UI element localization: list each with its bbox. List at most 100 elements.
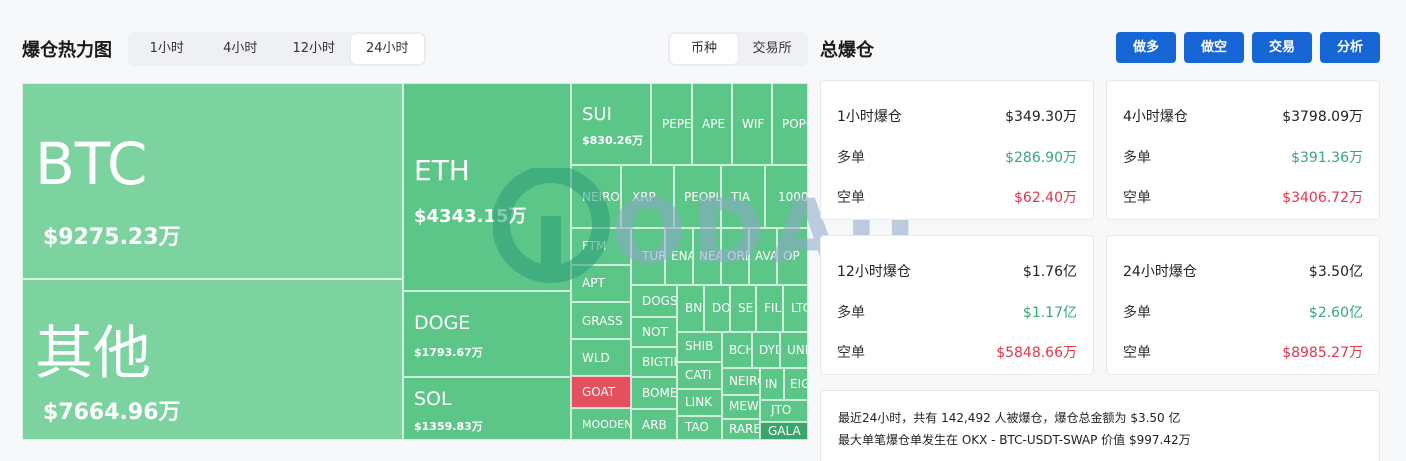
treemap-tile-link[interactable]: LINK	[677, 389, 722, 416]
tile-symbol: MEW	[729, 399, 759, 413]
card-12h: 12小时爆仓 $1.76亿 多单 $1.17亿 空单 $5848.66万	[820, 235, 1094, 375]
card-1h: 1小时爆仓 $349.30万 多单 $286.90万 空单 $62.40万	[820, 80, 1094, 220]
treemap-tile-btc[interactable]: BTC $9275.23万	[22, 83, 403, 279]
treemap-tile-1000rats[interactable]: 1000R	[765, 165, 808, 228]
tile-symbol: GOAT	[582, 385, 616, 399]
tile-symbol: POPC	[782, 117, 807, 131]
treemap-tile-near[interactable]: NEA	[693, 228, 721, 285]
treemap-tile-sei[interactable]: SE	[730, 285, 756, 332]
tile-symbol: GALA	[768, 424, 801, 438]
treemap-tile-jto[interactable]: JTO	[760, 400, 808, 422]
treemap-tile-wif[interactable]: WIF	[732, 83, 772, 165]
treemap-tile-grass[interactable]: GRASS	[571, 302, 631, 339]
treemap-tile-moodeng[interactable]: MOODEN	[571, 408, 631, 440]
treemap-tile-goat[interactable]: GOAT	[571, 376, 631, 408]
treemap-tile-not[interactable]: NOT	[631, 317, 677, 347]
tab-4h[interactable]: 4小时	[204, 34, 278, 64]
treemap-tile-people[interactable]: PEOPL	[674, 165, 721, 228]
tab-12h[interactable]: 12小时	[277, 34, 351, 64]
card-4h: 4小时爆仓 $3798.09万 多单 $391.36万 空单 $3406.72万	[1106, 80, 1380, 220]
treemap-tile-ena[interactable]: ENA	[665, 228, 693, 285]
treemap-tile-ape[interactable]: APE	[692, 83, 732, 165]
treemap-tile-pepe[interactable]: PEPE	[651, 83, 692, 165]
treemap-tile-doge[interactable]: DOGE $1793.67万	[403, 291, 571, 377]
long-value: $2.60亿	[1308, 305, 1363, 321]
treemap-tile-inj[interactable]: IN	[760, 368, 784, 400]
treemap-tile-sol[interactable]: SOL $1359.83万	[403, 377, 571, 440]
treemap-tile-rare[interactable]: RARE	[722, 419, 760, 440]
treemap-tile-tao[interactable]: TAO	[677, 416, 722, 440]
tile-symbol: DOGS	[642, 294, 677, 308]
tile-symbol: FIL	[764, 301, 782, 315]
treemap-tile-sui[interactable]: SUI $830.26万	[571, 83, 651, 165]
treemap-tile-bigtime[interactable]: BIGTIM	[631, 347, 677, 377]
tile-symbol: NEIRO	[582, 190, 620, 204]
analysis-button[interactable]: 分析	[1320, 32, 1380, 63]
tab-exchange[interactable]: 交易所	[738, 34, 806, 64]
treemap-tile-fil[interactable]: FIL	[756, 285, 783, 332]
treemap-tile-popcat[interactable]: POPC	[772, 83, 808, 165]
tab-coin[interactable]: 币种	[670, 34, 738, 64]
treemap-tile-mew[interactable]: MEW	[722, 395, 760, 419]
treemap-tile-op[interactable]: OP	[777, 228, 808, 285]
treemap-tile-ltc[interactable]: LTC	[783, 285, 808, 332]
tile-symbol: NEIRO	[729, 374, 759, 388]
card-total: $3.50亿	[1308, 264, 1363, 280]
tile-value: $7664.96万	[43, 400, 181, 425]
treemap-tile-dydx[interactable]: DYD	[752, 332, 780, 368]
short-value: $5848.66万	[996, 345, 1077, 361]
long-label: 多单	[837, 150, 865, 166]
treemap-tile-shib[interactable]: SHIB	[677, 332, 722, 362]
tile-symbol: SUI	[582, 104, 612, 125]
treemap-tile-eth[interactable]: ETH $4343.15万	[403, 83, 571, 291]
card-total: $3798.09万	[1282, 109, 1363, 125]
card-total: $1.76亿	[1022, 264, 1077, 280]
treemap-tile-bome[interactable]: BOME	[631, 377, 677, 409]
tile-value: $1359.83万	[414, 420, 483, 433]
treemap-tile-uni[interactable]: UNI	[780, 332, 808, 368]
liquidation-dashboard: 爆仓热力图 1小时 4小时 12小时 24小时 币种 交易所 BTC $9275…	[0, 0, 1406, 461]
tab-24h[interactable]: 24小时	[350, 34, 424, 64]
treemap-tile-tia[interactable]: TIA	[721, 165, 765, 228]
tile-symbol: ETH	[414, 154, 470, 187]
tile-symbol: DYD	[759, 343, 779, 357]
treemap-tile-bnb[interactable]: BN	[677, 285, 704, 332]
treemap-tile-eigen[interactable]: EIG	[784, 368, 808, 400]
tile-value: $1793.67万	[414, 346, 483, 359]
treemap-tile-arb[interactable]: ARB	[631, 409, 677, 440]
tile-symbol: PEOPL	[684, 190, 721, 204]
treemap-tile-turbo[interactable]: TUR	[631, 228, 665, 285]
treemap-tile-gala[interactable]: GALA	[760, 422, 808, 440]
treemap-tile-ftm[interactable]: FTM	[571, 228, 631, 265]
tile-symbol: OP	[783, 249, 800, 263]
tile-symbol: EIG	[790, 377, 807, 391]
tile-symbol: 其他	[35, 319, 152, 387]
treemap-tile-bch[interactable]: BCH	[722, 332, 752, 368]
summary-line-2: 最大单笔爆仓单发生在 OKX - BTC-USDT-SWAP 价值 $997.4…	[838, 433, 1191, 447]
long-button[interactable]: 做多	[1116, 32, 1176, 63]
short-value: $62.40万	[1014, 190, 1077, 206]
tab-1h[interactable]: 1小时	[130, 34, 204, 64]
treemap-tile-neiro-2[interactable]: NEIRO	[722, 368, 760, 395]
treemap-tile-ordi[interactable]: ORD	[721, 228, 749, 285]
tile-symbol: SE	[738, 301, 754, 315]
short-button[interactable]: 做空	[1184, 32, 1244, 63]
tile-symbol: ENA	[671, 249, 692, 263]
treemap-tile-cati[interactable]: CATI	[677, 362, 722, 389]
treemap-tile-apt[interactable]: APT	[571, 265, 631, 302]
treemap-tile-xrp[interactable]: XRP	[621, 165, 674, 228]
tile-symbol: TAO	[685, 420, 709, 434]
treemap-tile-dot[interactable]: DO	[704, 285, 730, 332]
tile-symbol: JTO	[771, 403, 792, 417]
tile-symbol: 1000R	[778, 190, 808, 204]
treemap-tile-neiro[interactable]: NEIRO	[571, 165, 621, 228]
tile-value: $830.26万	[582, 134, 644, 147]
card-title: 24小时爆仓	[1123, 264, 1197, 280]
trade-button[interactable]: 交易	[1252, 32, 1312, 63]
treemap-tile-other[interactable]: 其他 $7664.96万	[22, 279, 403, 440]
treemap-tile-avax[interactable]: AVA	[749, 228, 777, 285]
treemap-tile-dogs[interactable]: DOGS	[631, 285, 677, 317]
tile-symbol: SHIB	[685, 339, 714, 353]
treemap-tile-wld[interactable]: WLD	[571, 339, 631, 376]
summary-line-1: 最近24小时，共有 142,492 人被爆仓，爆仓总金额为 $3.50 亿	[838, 411, 1181, 425]
